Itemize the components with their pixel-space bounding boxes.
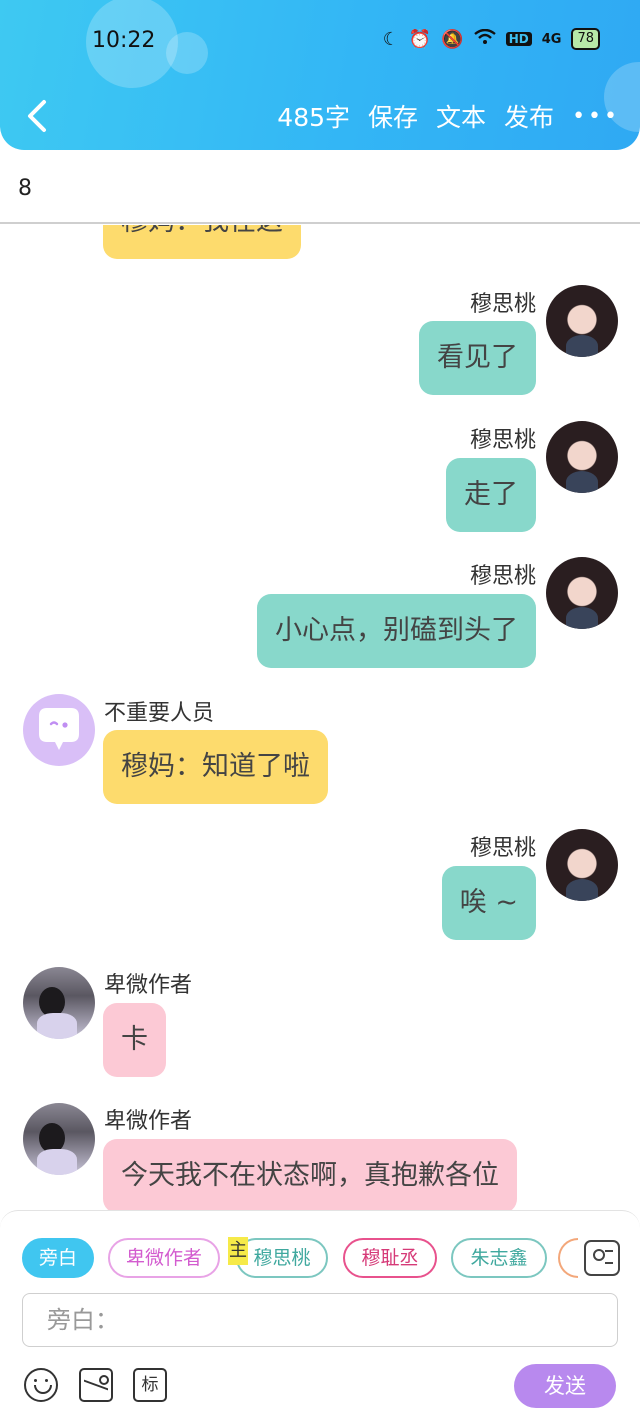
signal-icon: 4G xyxy=(541,31,562,47)
chat-bubble-icon xyxy=(39,708,79,750)
sender-name: 穆思桃 xyxy=(469,564,536,589)
message-bubble[interactable]: 今天我不在状态啊，真抱歉各位 xyxy=(103,1139,517,1210)
message-bubble: 穆妈：我在这 xyxy=(103,225,301,259)
message-bubble[interactable]: 看见了 xyxy=(419,321,536,395)
message-bubble[interactable]: 走了 xyxy=(446,458,536,532)
mute-icon: 🔕 xyxy=(441,28,464,50)
sender-name: 穆思桃 xyxy=(469,292,536,317)
message-text: 唉 ~ xyxy=(459,887,518,918)
sender-name: 不重要人员 xyxy=(104,701,215,726)
contacts-icon[interactable] xyxy=(584,1240,620,1276)
message-text: 穆妈：我在这 xyxy=(121,225,283,237)
more-icon[interactable]: ••• xyxy=(572,104,620,129)
save-button[interactable]: 保存 xyxy=(368,98,418,134)
sender-name: 卑微作者 xyxy=(104,1109,193,1134)
hd-badge: HD xyxy=(505,32,532,46)
moon-icon: ☾ xyxy=(382,28,399,50)
wifi-icon xyxy=(473,28,496,50)
sender-name: 卑微作者 xyxy=(104,973,193,998)
role-chip-musitao[interactable]: 穆思桃 xyxy=(236,1238,328,1278)
composer-panel: 旁白 卑微作者 穆思桃 主 穆耻丞 朱志鑫 旁白： 标 发送 xyxy=(0,1210,640,1423)
role-chip-muchicheng[interactable]: 穆耻丞 xyxy=(343,1238,437,1278)
message-bubble[interactable]: 卡 xyxy=(103,1003,166,1077)
chat-area[interactable]: 穆妈：我在这 穆思桃 看见了 穆思桃 走了 穆思桃 小心点，别磕到头了 不重要人… xyxy=(0,225,640,1210)
message-text: 卡 xyxy=(121,1024,148,1055)
message-bubble[interactable]: 穆妈：知道了啦 xyxy=(103,730,328,804)
publish-button[interactable]: 发布 xyxy=(504,98,554,134)
role-chip-zhuzhixin[interactable]: 朱志鑫 xyxy=(451,1238,547,1278)
message-text: 走了 xyxy=(464,479,518,510)
sender-name: 穆思桃 xyxy=(469,428,536,453)
avatar[interactable] xyxy=(23,694,95,766)
avatar[interactable] xyxy=(546,557,618,629)
top-header: 10:22 ☾ ⏰ 🔕 HD 4G 78 485字 保存 文本 发布 ••• xyxy=(0,0,640,150)
message-text: 小心点，别磕到头了 xyxy=(275,615,518,646)
avatar[interactable] xyxy=(23,1103,95,1175)
avatar[interactable] xyxy=(23,967,95,1039)
header-actions: 485字 保存 文本 发布 ••• xyxy=(277,98,620,134)
message-text: 看见了 xyxy=(437,342,518,373)
alarm-icon: ⏰ xyxy=(408,28,432,50)
message-bubble[interactable]: 小心点，别磕到头了 xyxy=(257,594,536,668)
text-button[interactable]: 文本 xyxy=(436,98,486,134)
battery-icon: 78 xyxy=(571,28,600,50)
avatar[interactable] xyxy=(546,421,618,493)
back-button[interactable] xyxy=(22,96,52,136)
role-chip-partial[interactable] xyxy=(558,1238,578,1278)
image-icon[interactable] xyxy=(79,1368,113,1402)
role-chip-narration[interactable]: 旁白 xyxy=(22,1238,94,1278)
title-field[interactable]: 8 xyxy=(0,152,640,224)
emoji-icon[interactable] xyxy=(24,1368,58,1402)
title-value: 8 xyxy=(18,176,32,201)
message-text: 穆妈：知道了啦 xyxy=(121,751,310,782)
send-button[interactable]: 发送 xyxy=(514,1364,616,1408)
role-chip-writer[interactable]: 卑微作者 xyxy=(108,1238,220,1278)
message-text: 今天我不在状态啊，真抱歉各位 xyxy=(121,1160,499,1191)
avatar[interactable] xyxy=(546,285,618,357)
status-icons: ☾ ⏰ 🔕 HD 4G 78 xyxy=(383,28,600,50)
message-input[interactable]: 旁白： xyxy=(22,1293,618,1347)
mark-button[interactable]: 标 xyxy=(133,1368,167,1402)
status-time: 10:22 xyxy=(92,28,156,53)
chevron-left-icon xyxy=(28,100,46,132)
avatar[interactable] xyxy=(546,829,618,901)
word-count: 485字 xyxy=(277,103,351,132)
message-bubble[interactable]: 唉 ~ xyxy=(441,866,536,940)
main-role-tag: 主 xyxy=(228,1237,248,1265)
header-decoration xyxy=(166,32,208,74)
sender-name: 穆思桃 xyxy=(469,836,536,861)
